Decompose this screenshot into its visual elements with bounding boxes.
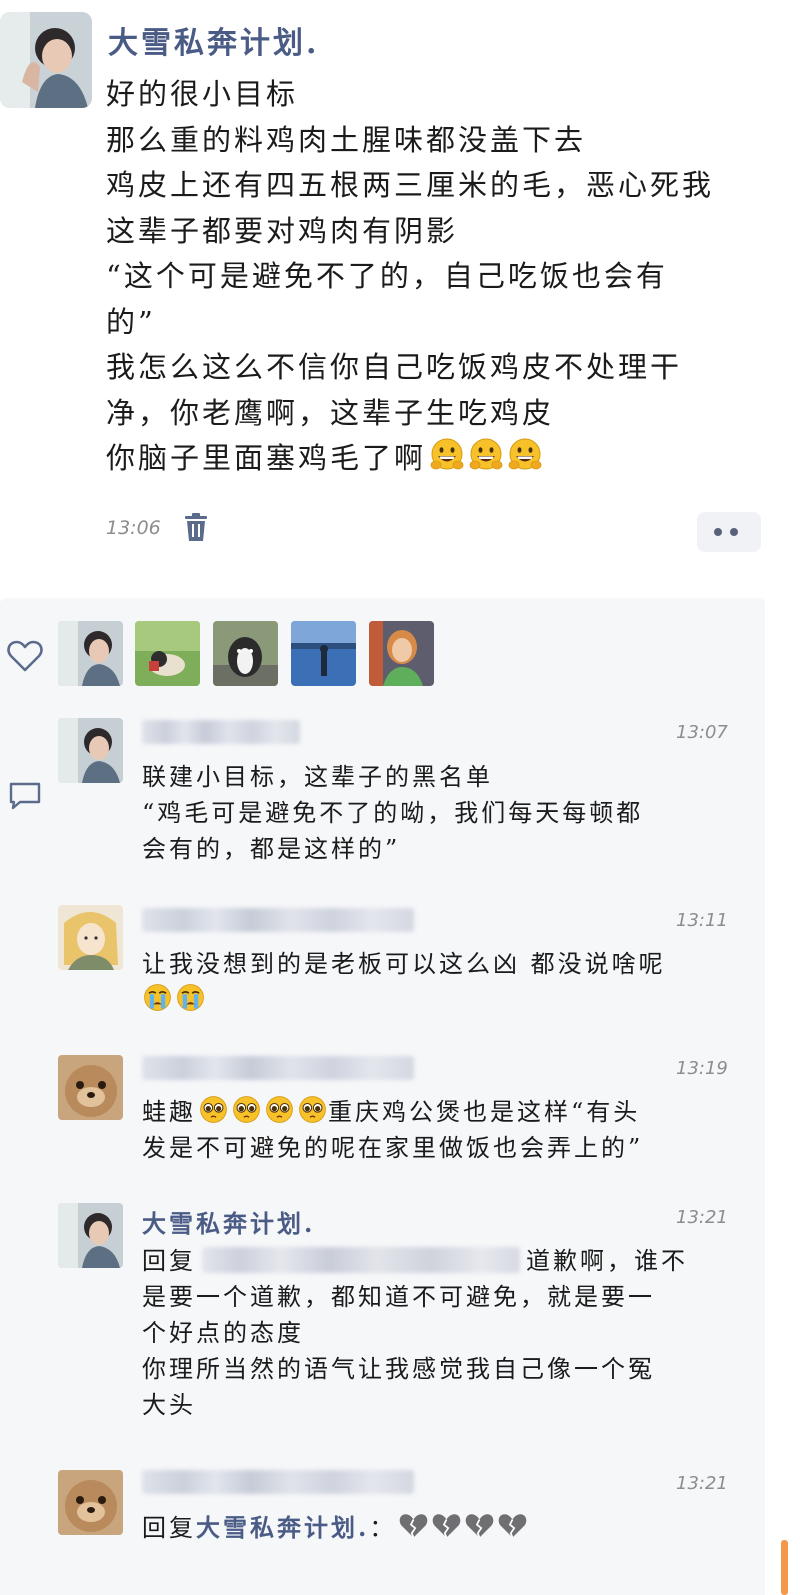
grinning-emoji-icon	[469, 438, 503, 470]
blurred-reply-target	[202, 1247, 520, 1273]
comment-line: 回复 道歉啊，谁不	[142, 1243, 732, 1279]
post-line-text: 你脑子里面塞鸡毛了啊	[106, 441, 427, 475]
grinning-emoji-icon	[430, 438, 464, 470]
blurred-commenter-name	[142, 1470, 414, 1494]
more-dots-icon	[714, 528, 722, 536]
commenter-avatar[interactable]	[58, 1055, 123, 1120]
comment-timestamp: 13:07	[676, 722, 728, 743]
blurred-commenter-name	[142, 908, 414, 932]
comment-line: 蛙趣 重庆鸡公煲也是这样“有头	[142, 1094, 732, 1130]
loudly-crying-emoji-icon	[143, 983, 172, 1012]
post-line: 好的很小目标	[106, 77, 299, 111]
post-timestamp: 13:06	[106, 517, 161, 539]
heart-icon	[7, 640, 43, 672]
comment-text: 让我没想到的是老板可以这么凶 都没说啥呢	[142, 946, 732, 1018]
trash-icon[interactable]	[183, 512, 209, 542]
reply-prefix: 回复	[142, 1247, 196, 1275]
commenter-avatar[interactable]	[58, 905, 123, 970]
post-line: 我怎么这么不信你自己吃饭鸡皮不处理干	[106, 350, 683, 384]
scroll-indicator[interactable]	[781, 1540, 788, 1595]
commenter-avatar[interactable]	[58, 718, 123, 783]
loudly-crying-emoji-icon	[176, 983, 205, 1012]
pleading-face-emoji-icon	[298, 1095, 327, 1124]
comment-line: 你理所当然的语气让我感觉我自己像一个冤	[142, 1355, 655, 1383]
comment-line: 大头	[142, 1391, 196, 1419]
author-avatar[interactable]	[0, 12, 92, 108]
comment-timestamp: 13:11	[676, 910, 728, 931]
more-dots-icon	[730, 528, 738, 536]
comment-text: 回复大雪私奔计划.：	[142, 1510, 732, 1546]
liker-avatar[interactable]	[291, 621, 356, 686]
liker-avatar[interactable]	[58, 621, 123, 686]
pleading-face-emoji-icon	[232, 1095, 261, 1124]
blurred-commenter-name	[142, 1056, 414, 1080]
liker-avatar[interactable]	[135, 621, 200, 686]
comment-line: 个好点的态度	[142, 1319, 304, 1347]
moment-post: 大雪私奔计划. 好的很小目标 那么重的料鸡肉土腥味都没盖下去 鸡皮上还有四五根两…	[0, 0, 800, 575]
broken-heart-icon	[498, 1513, 528, 1539]
comment-timestamp: 13:21	[676, 1473, 728, 1494]
comment-text: 蛙趣 重庆鸡公煲也是这样“有头 发是不可避免的呢在家里做饭也会弄上的”	[142, 1094, 732, 1166]
post-line: 鸡皮上还有四五根两三厘米的毛，恶心死我	[106, 168, 715, 202]
reply-colon: ：	[369, 1514, 397, 1542]
comment-text: 联建小目标，这辈子的黑名单 “鸡毛可是避免不了的呦，我们每天每顿都 会有的，都是…	[142, 759, 732, 867]
author-name[interactable]: 大雪私奔计划.	[108, 18, 319, 62]
comment-line: 联建小目标，这辈子的黑名单	[142, 763, 493, 791]
more-options-button[interactable]	[697, 512, 761, 552]
liker-avatar[interactable]	[213, 621, 278, 686]
broken-heart-icon	[399, 1513, 429, 1539]
broken-heart-icon	[465, 1513, 495, 1539]
commenter-avatar[interactable]	[58, 1203, 123, 1268]
blurred-commenter-name	[142, 720, 300, 744]
comment-timestamp: 13:19	[676, 1058, 728, 1079]
comment-icon	[9, 782, 41, 810]
comment-timestamp: 13:21	[676, 1207, 728, 1228]
comment-line: “鸡毛可是避免不了的呦，我们每天每顿都	[142, 799, 644, 827]
comment-text: 回复 道歉啊，谁不 是要一个道歉，都知道不可避免，就是要一 个好点的态度 你理所当…	[142, 1243, 732, 1423]
commenter-avatar[interactable]	[58, 1470, 123, 1535]
comment-line: 回复大雪私奔计划.：	[142, 1510, 732, 1546]
post-text: 好的很小目标 那么重的料鸡肉土腥味都没盖下去 鸡皮上还有四五根两三厘米的毛，恶心…	[106, 72, 766, 482]
comment-line: 是要一个道歉，都知道不可避免，就是要一	[142, 1283, 655, 1311]
comment-prefix: 蛙趣	[142, 1098, 196, 1126]
comment-line: 让我没想到的是老板可以这么凶 都没说啥呢	[142, 950, 666, 978]
post-line: “这个可是避免不了的，自己吃饭也会有	[106, 259, 668, 293]
post-line: 那么重的料鸡肉土腥味都没盖下去	[106, 122, 587, 157]
reply-prefix: 回复	[142, 1514, 196, 1542]
comment-rest: 重庆鸡公煲也是这样“有头	[328, 1098, 641, 1126]
post-line: 的”	[106, 304, 156, 339]
post-line-last: 你脑子里面塞鸡毛了啊	[106, 436, 766, 482]
comment-emoji-line	[142, 982, 732, 1018]
grinning-emoji-icon	[508, 438, 542, 470]
post-line: 这辈子都要对鸡肉有阴影	[106, 213, 459, 248]
comment-line: 会有的，都是这样的”	[142, 835, 401, 863]
comment-line: 发是不可避免的呢在家里做饭也会弄上的”	[142, 1134, 644, 1162]
comment-rest: 道歉啊，谁不	[526, 1247, 688, 1275]
commenter-name[interactable]: 大雪私奔计划.	[142, 1204, 315, 1239]
broken-heart-icon	[432, 1513, 462, 1539]
pleading-face-emoji-icon	[265, 1095, 294, 1124]
liker-avatar[interactable]	[369, 621, 434, 686]
post-line: 净，你老鹰啊，这辈子生吃鸡皮	[106, 395, 555, 430]
reply-target-name[interactable]: 大雪私奔计划.	[196, 1513, 369, 1542]
pleading-face-emoji-icon	[199, 1095, 228, 1124]
